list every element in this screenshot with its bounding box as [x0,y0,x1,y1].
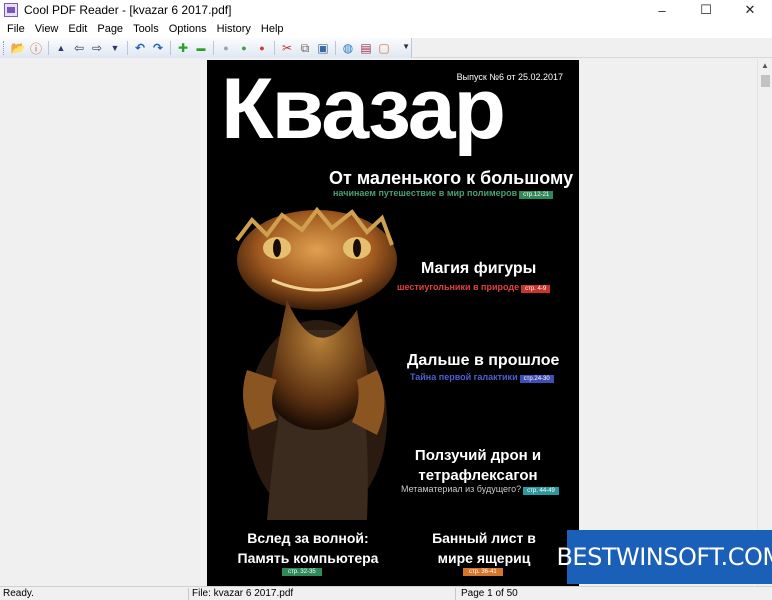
article-subline: Тайна первой галактики стр.24-30 [410,372,554,383]
convert-button[interactable]: ✂ [278,39,296,57]
rotate-left-icon: ↶ [134,41,146,55]
gecko-illustration [235,206,397,520]
article-subline: начинаем путешествие в мир полимеров стр.… [333,188,554,199]
zoom-in-icon: ✚ [177,41,189,55]
status-bar: Ready. File: kvazar 6 2017.pdf Page 1 of… [0,586,772,600]
scroll-up-icon[interactable]: ▲ [761,61,769,70]
toolbar-separator [335,41,336,55]
back-button[interactable]: ⇦ [70,39,88,57]
rotate-left-button[interactable]: ↶ [131,39,149,57]
exit-button[interactable]: ▢ [375,39,393,57]
exit-icon: ▢ [378,41,390,55]
actual-size-button[interactable]: ● [253,39,271,57]
article-subline-text: шестиугольники в природе [397,282,520,292]
rotate-right-button[interactable]: ↷ [149,39,167,57]
toolbar-separator [127,41,128,55]
close-button[interactable]: ✕ [728,0,772,20]
status-divider [455,588,456,600]
open-button[interactable]: 📂 [9,39,27,57]
magazine-masthead: Квазар [221,61,506,157]
scroll-thumb[interactable] [761,75,770,87]
open-icon: 📂 [10,41,26,55]
page-tag: стр. 36-41 [463,568,503,576]
window-title: Cool PDF Reader - [kvazar 6 2017.pdf] [24,3,232,17]
globe-icon: ◍ [342,41,354,55]
app-icon [4,3,18,17]
article-subline-text: начинаем путешествие в мир полимеров [333,188,518,198]
last-page-icon: ▼ [110,43,120,53]
menu-file[interactable]: File [2,23,30,35]
convert-icon: ✂ [281,41,293,55]
article-headline: Банный лист в мире ящериц [432,530,536,566]
back-icon: ⇦ [73,41,85,55]
watermark-banner: BESTWINSOFT.COM [556,530,772,584]
image-button[interactable]: ▣ [314,39,332,57]
menu-view[interactable]: View [30,23,64,35]
menu-edit[interactable]: Edit [63,23,92,35]
article-headline: Ползучий дрон и тетрафлексагон [414,447,542,484]
info-button[interactable]: ⓘ [27,39,45,57]
zoom-out-button[interactable]: ▬ [192,39,210,57]
menu-history[interactable]: History [212,23,256,35]
fit-width-button[interactable]: ● [235,39,253,57]
article-subline: Метаматериал из будущего? стр. 44-49 [401,484,559,495]
forward-button[interactable]: ⇨ [88,39,106,57]
globe-button[interactable]: ◍ [339,39,357,57]
books-button[interactable]: ▤ [357,39,375,57]
status-page: Page 1 of 50 [461,588,518,599]
zoom-in-button[interactable]: ✚ [174,39,192,57]
fit-page-icon: ● [223,43,229,53]
toolbar-overflow-icon[interactable]: ▼ [402,42,410,51]
vertical-scrollbar[interactable]: ▲ ▼ [757,59,772,586]
toolbar-grip[interactable] [3,41,6,55]
page-tag: стр. 4-9 [521,285,551,293]
article-subline-text: Метаматериал из будущего? [401,484,522,494]
fit-width-icon: ● [241,43,247,53]
toolbar-separator [48,41,49,55]
rotate-right-icon: ↷ [152,41,164,55]
menu-bar: File View Edit Page Tools Options Histor… [0,20,772,38]
menu-page[interactable]: Page [92,23,128,35]
page-tag: стр.12-21 [519,191,554,199]
status-divider [188,588,189,600]
status-file: File: kvazar 6 2017.pdf [192,588,294,599]
article-headline: Дальше в прошлое [407,352,560,369]
toolbar-separator [274,41,275,55]
actual-size-icon: ● [259,43,265,53]
toolbar-separator [170,41,171,55]
copy-icon: ⧉ [300,40,310,55]
menu-options[interactable]: Options [164,23,212,35]
minimize-button[interactable]: – [640,0,684,20]
first-page-icon: ▲ [56,43,66,53]
window-controls: – ☐ ✕ [640,0,772,20]
toolbar: 📂 ⓘ ▲ ⇦ ⇨ ▼ ↶ ↷ ✚ ▬ ● ● ● ✂ ⧉ ▣ ◍ ▤ ▢ ▼ [0,38,772,58]
books-icon: ▤ [360,41,372,55]
article-subline: шестиугольники в природе стр. 4-9 [397,282,551,293]
title-bar: Cool PDF Reader - [kvazar 6 2017.pdf] – … [0,0,772,20]
toolbar-separator [213,41,214,55]
pdf-page[interactable]: Выпуск №6 от 25.02.2017 Квазар От малень… [207,60,579,586]
article-headline: От маленького к большому [329,168,574,188]
article-subline-text: Тайна первой галактики [410,372,518,382]
status-state: Ready. [3,588,34,599]
page-tag: стр. 32-35 [282,568,322,576]
first-page-button[interactable]: ▲ [52,39,70,57]
forward-icon: ⇨ [91,41,103,55]
image-icon: ▣ [317,41,329,55]
fit-page-button[interactable]: ● [217,39,235,57]
menu-tools[interactable]: Tools [128,23,164,35]
article-headline: Вслед за волной: Память компьютера [237,530,379,566]
toolbar-strip: 📂 ⓘ ▲ ⇦ ⇨ ▼ ↶ ↷ ✚ ▬ ● ● ● ✂ ⧉ ▣ ◍ ▤ ▢ ▼ [0,38,412,58]
last-page-button[interactable]: ▼ [106,39,124,57]
menu-help[interactable]: Help [256,23,289,35]
maximize-button[interactable]: ☐ [684,0,728,20]
page-tag: стр. 44-49 [523,487,559,495]
zoom-out-icon: ▬ [196,43,206,53]
copy-button[interactable]: ⧉ [296,39,314,57]
article-headline: Магия фигуры [421,260,537,277]
info-icon: ⓘ [29,41,42,56]
page-tag: стр.24-30 [519,375,554,383]
